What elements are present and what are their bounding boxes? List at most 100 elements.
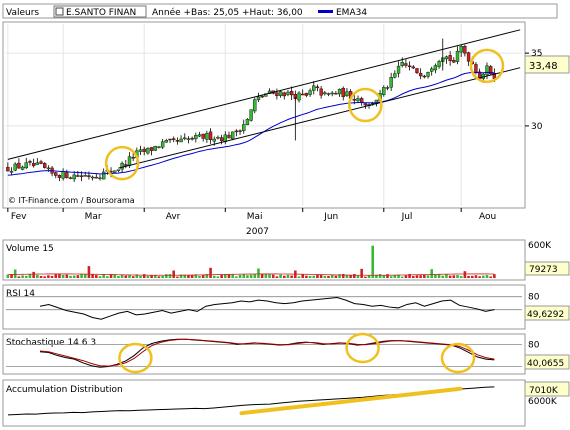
volume-bar <box>87 266 91 278</box>
candle <box>90 176 95 179</box>
candle <box>54 172 58 176</box>
month-label: Jul <box>401 212 413 222</box>
candle <box>289 91 294 96</box>
month-label: Mai <box>247 212 263 222</box>
candle <box>197 134 202 137</box>
candle <box>116 169 121 171</box>
candle <box>418 72 423 77</box>
candle <box>76 175 80 177</box>
candle <box>396 65 401 74</box>
volume-bar <box>301 274 304 278</box>
volume-bar <box>69 275 72 278</box>
volume-bar <box>50 275 54 278</box>
candle <box>308 90 312 95</box>
candle <box>57 175 62 178</box>
volume-bar <box>297 276 301 278</box>
candle <box>142 148 146 152</box>
volume-bar <box>257 268 260 278</box>
candle <box>98 177 102 180</box>
volume-bar <box>470 275 474 278</box>
candle <box>448 55 452 62</box>
month-label: Jun <box>323 212 338 222</box>
candle <box>186 138 191 140</box>
candle <box>9 170 14 173</box>
volume-bar <box>452 275 456 278</box>
volume-bar <box>386 274 389 278</box>
volume-bar <box>6 274 10 278</box>
candle <box>245 118 250 126</box>
price-last-value: 33,48 <box>529 61 558 72</box>
volume-bar <box>231 274 234 278</box>
candle <box>138 149 143 152</box>
volume-bar <box>415 275 419 278</box>
volume-bar <box>437 274 441 278</box>
volume-bar <box>249 274 253 278</box>
candle <box>219 137 224 142</box>
rsi-last-value: 49,6292 <box>527 310 564 320</box>
candle <box>382 87 386 95</box>
candle <box>31 163 36 167</box>
candle <box>385 87 390 89</box>
stochastic-title: Stochastique 14 6 3 <box>6 338 96 348</box>
volume-bar <box>142 274 146 278</box>
candle <box>28 161 32 163</box>
time-axis: Fev Mar Avr Mai Jun Jul Aou 2007 <box>7 208 496 237</box>
candle <box>35 162 40 165</box>
volume-bar <box>106 276 109 278</box>
volume-bar <box>426 275 430 278</box>
volume-bar <box>91 274 94 278</box>
candle <box>312 85 316 91</box>
candle <box>426 72 430 77</box>
candle <box>146 147 150 154</box>
volume-bar <box>161 275 164 278</box>
volume-bar <box>434 274 437 278</box>
candle <box>13 163 17 171</box>
candle <box>297 92 301 101</box>
candle <box>39 161 43 164</box>
candle <box>17 162 21 169</box>
volume-bar <box>165 274 168 278</box>
candle <box>330 92 334 95</box>
volume-bar <box>176 276 179 278</box>
volume-bar <box>120 274 124 278</box>
candle <box>278 91 283 96</box>
volume-bar <box>168 274 172 278</box>
volume-bar <box>32 271 35 278</box>
volume-bar <box>80 274 83 278</box>
candle <box>168 138 172 141</box>
volume-bar <box>364 276 367 278</box>
candle <box>238 130 242 132</box>
candle <box>315 86 320 89</box>
candle <box>260 95 264 98</box>
volume-bar <box>459 276 463 278</box>
volume-bar <box>58 274 61 278</box>
candle <box>363 103 368 106</box>
volume-bar <box>216 276 220 278</box>
volume-bar <box>268 274 271 278</box>
volume-bar <box>290 275 293 278</box>
candle <box>24 162 28 169</box>
volume-bar <box>224 274 227 278</box>
volume-bar <box>72 275 76 278</box>
candle <box>437 61 441 67</box>
volume-bar <box>39 276 43 278</box>
dropdown-checkbox[interactable] <box>55 7 64 16</box>
candle <box>149 147 154 151</box>
volume-bar <box>172 270 175 278</box>
symbol-label: E.SANTO FINAN <box>66 8 136 18</box>
month-label: Fev <box>11 212 27 222</box>
candle <box>249 109 253 121</box>
candle <box>87 175 91 178</box>
candle <box>404 63 408 66</box>
volume-title: Volume 15 <box>6 244 54 254</box>
candle <box>43 163 47 168</box>
volume-last-value: 79273 <box>529 265 558 275</box>
volume-bar <box>467 275 470 278</box>
candle <box>256 96 261 101</box>
candle <box>101 171 106 180</box>
candle <box>400 62 404 66</box>
price-tick-label: 35 <box>531 49 542 59</box>
volume-bar <box>146 275 150 278</box>
volume-bar <box>21 275 24 278</box>
volume-bar <box>201 275 205 278</box>
